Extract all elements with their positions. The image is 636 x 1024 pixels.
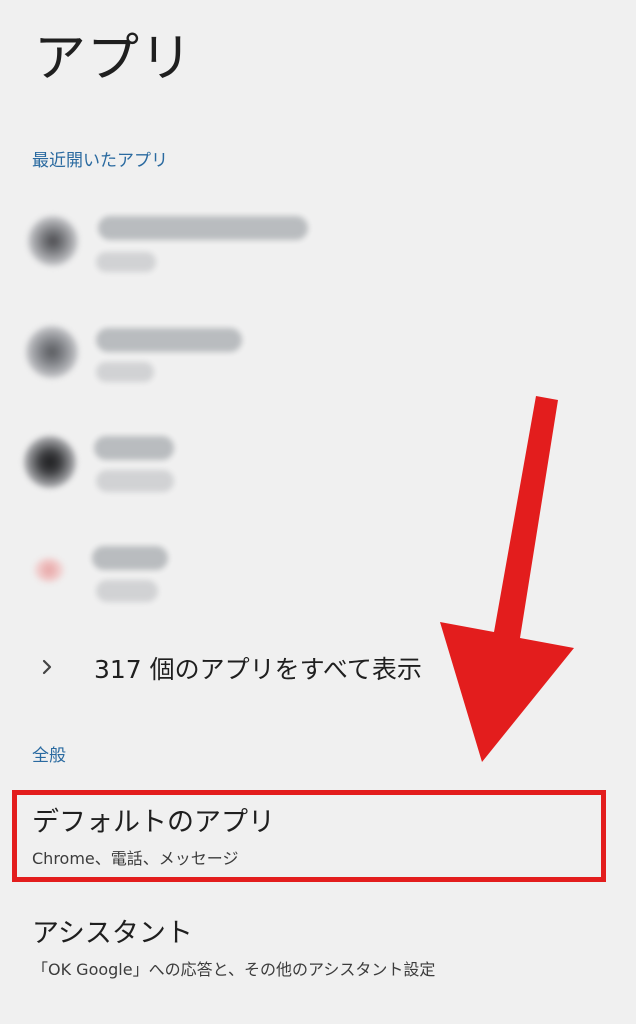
blurred-app-time <box>96 470 174 492</box>
assistant-subtitle: 「OK Google」への応答と、その他のアシスタント設定 <box>32 960 436 979</box>
recent-apps-section-header: 最近開いたアプリ <box>32 151 168 171</box>
blurred-app-icon <box>28 216 78 266</box>
blurred-app-icon <box>24 436 76 488</box>
highlight-box <box>12 790 606 882</box>
recent-app-row-2[interactable] <box>0 302 636 402</box>
recent-app-row-4[interactable] <box>0 522 636 622</box>
see-all-apps-label: 317 個のアプリをすべて表示 <box>94 655 422 684</box>
blurred-app-time <box>96 580 158 602</box>
assistant-title: アシスタント <box>32 918 193 949</box>
apps-settings-screen: アプリ 最近開いたアプリ 317 個のアプリをすべて表示 全般 デフォルトのアプ… <box>0 0 636 1024</box>
recent-app-row-1[interactable] <box>0 192 636 292</box>
blurred-app-icon <box>26 326 78 378</box>
blurred-app-time <box>96 362 154 382</box>
general-section-header: 全般 <box>32 746 66 766</box>
chevron-right-icon <box>42 659 52 675</box>
blurred-app-name <box>94 436 174 460</box>
blurred-app-name <box>98 216 308 240</box>
blurred-app-time <box>96 252 156 272</box>
blurred-app-icon <box>34 558 64 582</box>
blurred-app-name <box>92 546 168 570</box>
recent-app-row-3[interactable] <box>0 412 636 512</box>
page-title: アプリ <box>34 29 194 89</box>
assistant-item[interactable]: アシスタント 「OK Google」への応答と、その他のアシスタント設定 <box>0 905 636 995</box>
blurred-app-name <box>96 328 242 352</box>
see-all-apps-row[interactable]: 317 個のアプリをすべて表示 <box>0 640 636 700</box>
